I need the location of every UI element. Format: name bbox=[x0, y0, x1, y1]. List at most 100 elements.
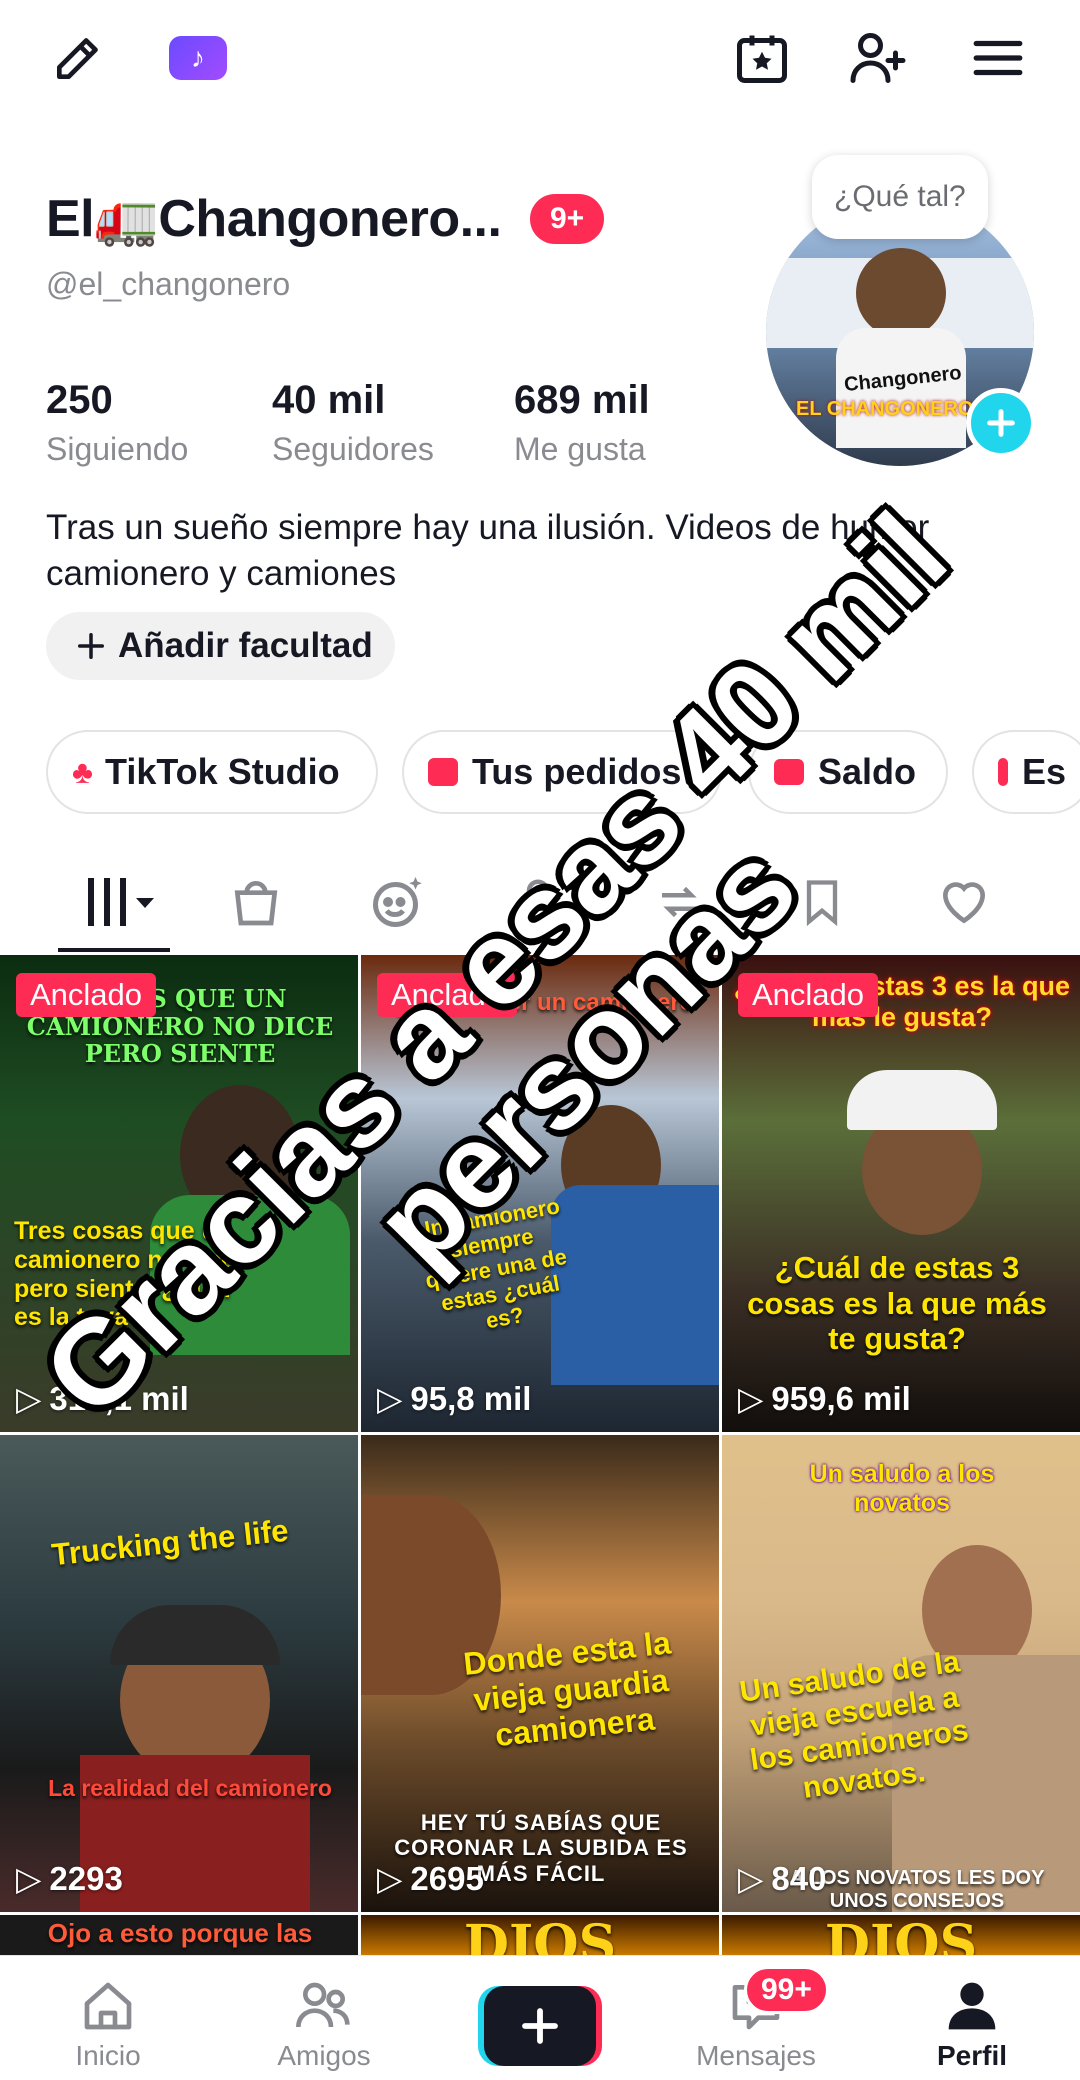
notification-badge[interactable]: 9+ bbox=[530, 194, 605, 244]
video-tile[interactable]: Donde esta la vieja guardia camionera HE… bbox=[361, 1435, 719, 1912]
stat-label: Siguiendo bbox=[46, 431, 189, 467]
profile-bio: Tras un sueño siempre hay una ilusión. V… bbox=[46, 505, 1026, 597]
nav-home[interactable]: Inicio bbox=[28, 1978, 188, 2072]
calendar-star-icon bbox=[737, 35, 787, 83]
stat-value: 689 mil bbox=[514, 378, 650, 422]
add-friend-button[interactable] bbox=[848, 28, 908, 88]
pinned-badge: Anclado bbox=[377, 973, 518, 1017]
chip-orders[interactable]: Tus pedidos bbox=[402, 730, 722, 814]
play-icon: ▷ bbox=[738, 1380, 764, 1417]
tab-indicator bbox=[58, 948, 170, 952]
view-count: ▷ 840 bbox=[738, 1859, 827, 1898]
video-title: Un saludo a los novatos bbox=[809, 1460, 995, 1517]
tab-liked[interactable] bbox=[924, 862, 1004, 942]
play-icon: ▷ bbox=[16, 1380, 42, 1417]
shop-bag-icon bbox=[234, 881, 278, 926]
chip-tiktok-studio[interactable]: ♣ TikTok Studio bbox=[46, 730, 378, 814]
avatar-status-bubble[interactable]: ¿Qué tal? bbox=[812, 155, 988, 239]
bio-line: Tras un sueño siempre hay una ilusión. V… bbox=[46, 508, 930, 547]
repost-icon bbox=[662, 886, 698, 918]
tab-favorites[interactable] bbox=[782, 862, 862, 942]
tab-reposts-ai[interactable] bbox=[358, 862, 438, 942]
chip-shop[interactable]: Es bbox=[972, 730, 1080, 814]
create-button[interactable] bbox=[478, 1986, 602, 2066]
pinned-badge: Anclado bbox=[16, 973, 157, 1017]
wallet-icon bbox=[774, 759, 804, 785]
heart-icon bbox=[942, 882, 986, 924]
tab-videos[interactable] bbox=[72, 862, 172, 942]
video-title: DIOS bbox=[463, 1915, 617, 1955]
view-count: ▷ 2293 bbox=[16, 1859, 123, 1898]
view-count: ▷ 95,8 mil bbox=[377, 1379, 532, 1418]
video-caption: Tres cosas que un camionero no dice, per… bbox=[14, 1217, 242, 1332]
calendar-button[interactable] bbox=[732, 28, 792, 88]
video-tile[interactable]: Trucking the life La realidad del camion… bbox=[0, 1435, 358, 1912]
video-tile[interactable]: DIOS bbox=[361, 1915, 719, 1955]
nav-friends[interactable]: Amigos bbox=[244, 1978, 404, 2072]
pinned-badge: Anclado bbox=[738, 973, 879, 1017]
play-icon: ▷ bbox=[738, 1860, 764, 1897]
chip-label: Saldo bbox=[818, 751, 917, 792]
tab-reposts[interactable] bbox=[640, 862, 720, 942]
edit-button[interactable] bbox=[48, 28, 108, 88]
video-tile[interactable]: Ojo a esto porque las bbox=[0, 1915, 358, 1955]
stat-following[interactable]: 250 Siguiendo bbox=[46, 378, 188, 468]
home-icon bbox=[84, 1982, 132, 2030]
plus-icon bbox=[987, 409, 1015, 437]
video-tile[interactable]: ¿Cuál de estas 3 es la que más le gusta?… bbox=[722, 955, 1080, 1432]
chip-label: TikTok Studio bbox=[105, 751, 340, 792]
chip-label: Es bbox=[1021, 751, 1066, 792]
messages-badge: 99+ bbox=[744, 1966, 829, 2014]
avatar-banner: EL CHANGONERO bbox=[796, 398, 974, 420]
video-tile[interactable]: Un saludo a los novatos Un saludo de la … bbox=[722, 1435, 1080, 1912]
video-tile[interactable]: DIOS bbox=[722, 1915, 1080, 1955]
video-title: Trucking the life bbox=[49, 1512, 291, 1573]
nav-label: Mensajes bbox=[696, 2040, 816, 2071]
play-icon: ▷ bbox=[16, 1860, 42, 1897]
play-icon: ▷ bbox=[377, 1380, 403, 1417]
chip-balance[interactable]: Saldo bbox=[748, 730, 948, 814]
nav-profile[interactable]: Perfil bbox=[892, 1978, 1052, 2072]
bottom-navigation: Inicio Amigos Mensajes 99+ Perfil bbox=[0, 1955, 1080, 2080]
video-tile[interactable]: quiere hacer un camionero Un camionero s… bbox=[361, 955, 719, 1432]
menu-button[interactable] bbox=[968, 28, 1028, 88]
lock-icon bbox=[520, 879, 556, 925]
video-caption: Un camionero siempre quiere una de estas… bbox=[412, 1193, 569, 1334]
add-story-button[interactable] bbox=[966, 388, 1036, 458]
add-friend-icon bbox=[850, 33, 906, 83]
add-skill-label: Añadir facultad bbox=[118, 626, 373, 665]
stat-likes[interactable]: 689 mil Me gusta bbox=[514, 378, 650, 468]
stat-value: 250 bbox=[46, 378, 113, 422]
friends-icon bbox=[296, 1982, 350, 2028]
video-caption: ¿Cuál de estas 3 cosas es la que más te … bbox=[747, 1250, 1047, 1357]
video-title: DIOS bbox=[824, 1915, 978, 1955]
tiktok-studio-shortcut[interactable]: ♪ bbox=[168, 28, 228, 88]
nav-label: Amigos bbox=[277, 2040, 371, 2071]
profile-icon bbox=[948, 1982, 996, 2030]
nav-label: Inicio bbox=[75, 2040, 141, 2071]
add-skill-button[interactable]: Añadir facultad bbox=[46, 612, 395, 680]
people-icon: ♣ bbox=[72, 753, 93, 790]
menu-icon bbox=[973, 40, 1023, 76]
video-tile[interactable]: COSAS QUE UN CAMIONERO NO DICE PERO SIEN… bbox=[0, 955, 358, 1432]
tab-private[interactable] bbox=[498, 862, 578, 942]
chip-label: Tus pedidos bbox=[472, 751, 682, 792]
profile-handle: @el_changonero bbox=[46, 266, 291, 302]
bag-icon bbox=[428, 758, 458, 786]
video-caption: La realidad del camionero bbox=[48, 1775, 332, 1801]
tiktok-note-icon: ♪ bbox=[169, 36, 227, 80]
profile-name: El🚛Changonero... bbox=[46, 190, 502, 248]
tab-shop[interactable] bbox=[216, 862, 296, 942]
stat-followers[interactable]: 40 mil Seguidores bbox=[272, 378, 434, 468]
view-count: ▷ 959,6 mil bbox=[738, 1379, 911, 1418]
bookmark-icon bbox=[806, 880, 838, 927]
plus-icon bbox=[522, 2008, 558, 2044]
play-icon: ▷ bbox=[377, 1860, 403, 1897]
videos-grid-icon bbox=[88, 878, 154, 926]
bag-icon bbox=[998, 758, 1008, 786]
plus-icon bbox=[78, 633, 104, 659]
stat-label: Seguidores bbox=[272, 431, 434, 467]
stat-label: Me gusta bbox=[514, 431, 646, 467]
bio-line: camionero y camiones bbox=[46, 554, 397, 593]
video-title: Ojo a esto porque las bbox=[47, 1918, 313, 1948]
